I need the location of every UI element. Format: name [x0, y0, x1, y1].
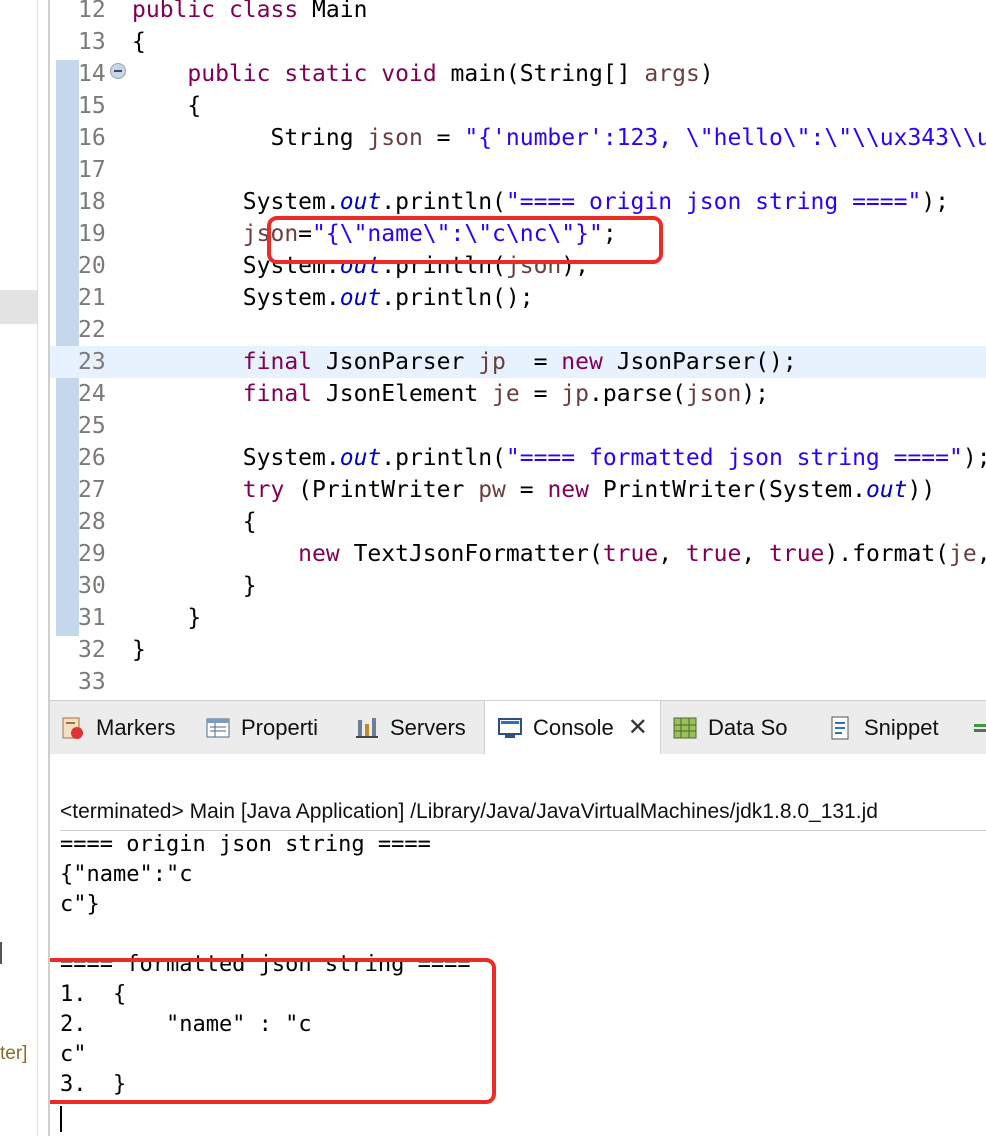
- line-number: 21: [78, 285, 106, 311]
- code-line[interactable]: 27 try (PrintWriter pw = new PrintWriter…: [50, 474, 986, 506]
- panel-divider[interactable]: [37, 0, 38, 1136]
- data-source-icon: [672, 715, 698, 741]
- code-line[interactable]: 32}: [50, 634, 986, 666]
- tab-overflow[interactable]: [972, 701, 986, 754]
- line-number: 19: [78, 221, 106, 247]
- line-number: 31: [78, 605, 106, 631]
- line-number: 25: [78, 413, 106, 439]
- line-number: 13: [78, 29, 106, 55]
- line-number: 29: [78, 541, 106, 567]
- code-line[interactable]: 25: [50, 410, 986, 442]
- line-number: 23: [78, 349, 106, 375]
- tab-markers[interactable]: Markers: [60, 701, 175, 754]
- fold-collapse-icon[interactable]: [110, 63, 126, 79]
- line-number: 20: [78, 253, 106, 279]
- side-panel-label: ter]: [0, 1043, 28, 1064]
- properties-icon: [205, 715, 231, 741]
- annotation-highlight-code: [267, 216, 663, 264]
- code-text: final JsonElement je = jp.parse(json);: [242, 381, 770, 407]
- line-number: 22: [78, 317, 106, 343]
- tab-data-source[interactable]: Data So: [672, 701, 788, 754]
- code-text: public class Main: [132, 0, 368, 23]
- console-output-line: ==== origin json string ====: [60, 832, 431, 857]
- tab-label: Console: [533, 714, 614, 740]
- code-text: String json = "{'number':123, \"hello\":…: [132, 125, 986, 151]
- tab-label: Servers: [390, 714, 466, 740]
- tab-properties[interactable]: Properti: [205, 701, 318, 754]
- line-number: 18: [78, 189, 106, 215]
- line-number: 32: [78, 637, 106, 663]
- servers-icon: [354, 715, 380, 741]
- code-line[interactable]: 12 public class Main: [50, 0, 986, 26]
- tab-snippets[interactable]: Snippet: [828, 701, 939, 754]
- code-line[interactable]: 30 }: [50, 570, 986, 602]
- code-line[interactable]: 33: [50, 666, 986, 690]
- console-status: <terminated> Main [Java Application] /Li…: [60, 800, 878, 823]
- code-line[interactable]: 13 {: [50, 26, 986, 58]
- code-line[interactable]: 26 System.out.println("==== formatted js…: [50, 442, 986, 474]
- code-text: public static void main(String[] args): [187, 61, 714, 87]
- code-text: System.out.println("==== origin json str…: [132, 189, 950, 215]
- markers-icon: [60, 715, 86, 741]
- line-number: 15: [78, 93, 106, 119]
- code-line[interactable]: 28 {: [50, 506, 986, 538]
- code-line[interactable]: 22: [50, 314, 986, 346]
- console-icon: [497, 715, 523, 741]
- tab-label: Snippet: [864, 714, 939, 740]
- code-editor[interactable]: 12 public class Main 13 {14 public static v…: [50, 0, 986, 690]
- line-number: 14: [78, 61, 106, 87]
- left-side-panel: ter]: [0, 0, 37, 1136]
- code-line[interactable]: 18 System.out.println("==== origin json …: [50, 186, 986, 218]
- code-line[interactable]: 16 String json = "{'number':123, \"hello…: [50, 122, 986, 154]
- code-text: {: [132, 93, 202, 119]
- tab-label: Properti: [241, 714, 319, 740]
- line-number: 24: [78, 381, 106, 407]
- tab-servers[interactable]: Servers: [354, 701, 466, 754]
- code-text: try (PrintWriter pw = new PrintWriter(Sy…: [242, 477, 936, 503]
- code-line[interactable]: 23 final JsonParser jp = new JsonParser(…: [50, 346, 986, 378]
- line-number: 16: [78, 125, 106, 151]
- side-panel-marker: [0, 942, 2, 964]
- code-text: }: [132, 573, 257, 599]
- text-cursor: [60, 1106, 62, 1132]
- tab-console[interactable]: Console ✕: [484, 701, 661, 754]
- line-number: 30: [78, 573, 106, 599]
- overflow-view-icon: [972, 715, 986, 741]
- code-text: new TextJsonFormatter(true, true, true).…: [298, 541, 986, 567]
- code-text: System.out.println();: [132, 285, 534, 311]
- line-number: 33: [78, 669, 106, 690]
- code-text: {: [132, 509, 257, 535]
- code-text: final JsonParser jp = new JsonParser();: [242, 349, 797, 375]
- code-text: }: [132, 605, 202, 631]
- code-line[interactable]: 29 new TextJsonFormatter(true, true, tru…: [50, 538, 986, 570]
- view-tab-bar: Markers Properti Servers Console ✕ Data …: [50, 700, 986, 755]
- close-icon[interactable]: ✕: [628, 713, 648, 742]
- console-view[interactable]: <terminated> Main [Java Application] /Li…: [50, 754, 986, 1136]
- code-line[interactable]: 14 public static void main(String[] args…: [50, 58, 986, 90]
- line-number: 12: [78, 0, 106, 23]
- code-line[interactable]: 31 }: [50, 602, 986, 634]
- console-output-line: c"}: [60, 892, 100, 917]
- line-number: 28: [78, 509, 106, 535]
- side-panel-selection[interactable]: [0, 290, 37, 324]
- code-text: {: [132, 29, 146, 55]
- code-line[interactable]: 24 final JsonElement je = jp.parse(json)…: [50, 378, 986, 410]
- snippets-icon: [828, 715, 854, 741]
- annotation-highlight-output: [50, 958, 496, 1104]
- console-output-line: {"name":"c: [60, 862, 193, 887]
- code-text: }: [132, 637, 146, 663]
- line-number: 26: [78, 445, 106, 471]
- line-number: 27: [78, 477, 106, 503]
- tab-label: Markers: [96, 714, 176, 740]
- code-line[interactable]: 15 {: [50, 90, 986, 122]
- code-line[interactable]: 17: [50, 154, 986, 186]
- line-number: 17: [78, 157, 106, 183]
- code-text: System.out.println("==== formatted json …: [132, 445, 986, 471]
- code-line[interactable]: 21 System.out.println();: [50, 282, 986, 314]
- tab-label: Data So: [708, 714, 788, 740]
